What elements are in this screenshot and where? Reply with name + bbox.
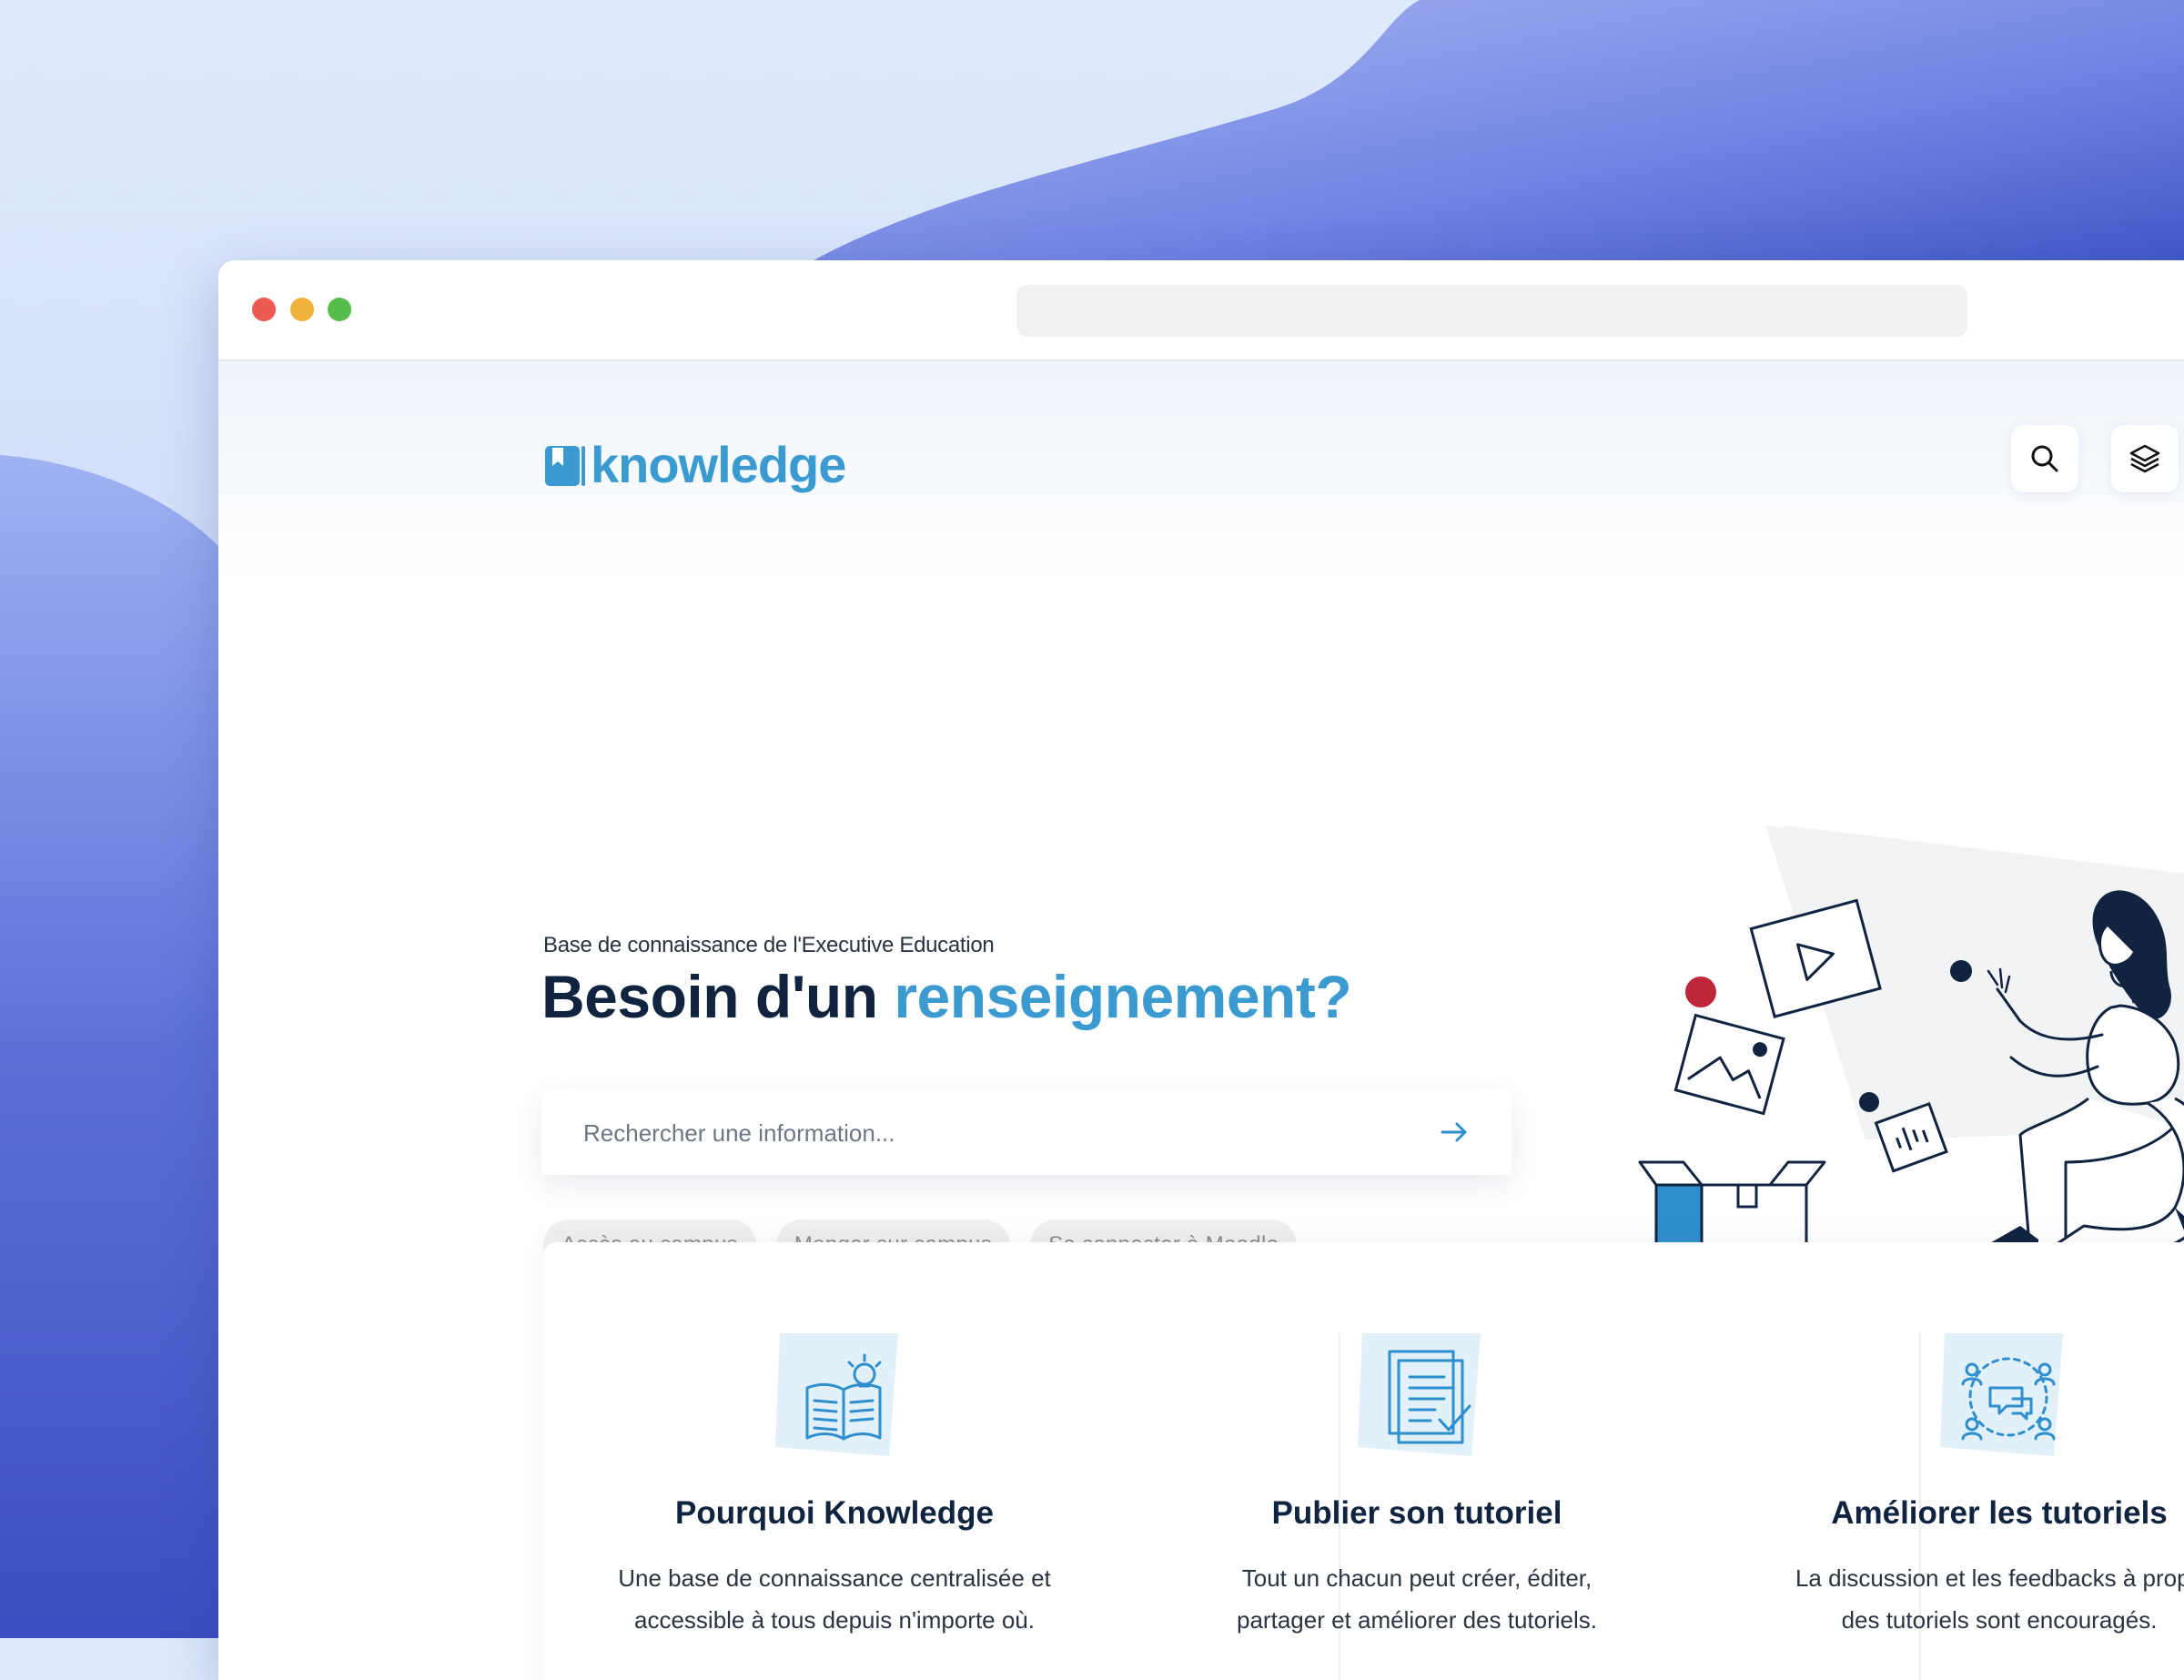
page-content: knowledge Base de connaissance de l'Exec… [218,361,2184,1680]
hero-illustration-art [1638,825,2184,1262]
document-check-icon [1358,1333,1481,1456]
header-layers-button[interactable] [2111,425,2179,492]
header-search-button[interactable] [2011,425,2078,492]
feature-title: Publier son tutoriel [1271,1495,1562,1531]
feature-publish: Publier son tutoriel Tout un chacun peut… [1126,1242,1708,1680]
search-icon [2031,445,2058,472]
close-window-button[interactable] [252,298,276,321]
maximize-window-button[interactable] [328,298,351,321]
address-bar[interactable] [1016,285,1967,337]
discussion-people-icon [1940,1333,2063,1456]
feature-description: La discussion et les feedbacks à propo de… [1744,1557,2184,1641]
feature-desc-line: La discussion et les feedbacks à propo [1795,1564,2184,1592]
feature-desc-line: Tout un chacun peut créer, éditer, [1241,1564,1592,1592]
browser-window: knowledge Base de connaissance de l'Exec… [218,260,2184,1680]
logo-text: knowledge [591,436,846,493]
feature-title: Améliorer les tutoriels [1831,1495,2168,1531]
hero-headline: Besoin d'un renseignement? [541,962,1352,1031]
search-input[interactable] [581,1089,1404,1177]
feature-title: Pourquoi Knowledge [675,1495,994,1531]
headline-accent: renseignement? [894,963,1352,1030]
features-card: Pourquoi Knowledge Une base de connaissa… [543,1242,2184,1680]
feature-desc-line: des tutoriels sont encouragés. [1841,1606,2158,1634]
feature-desc-line: partager et améliorer des tutoriels. [1237,1606,1597,1634]
book-icon [545,446,585,486]
browser-titlebar [218,260,2184,361]
feature-desc-line: Une base de connaissance centralisée et [618,1564,1051,1592]
site-logo[interactable]: knowledge [543,436,846,493]
minimize-window-button[interactable] [290,298,314,321]
hero-search-box [541,1089,1512,1177]
feature-description: Tout un chacun peut créer, éditer, partag… [1162,1557,1672,1641]
feature-improve: Améliorer les tutoriels La discussion et… [1708,1242,2184,1680]
book-lightbulb-icon [775,1333,898,1456]
feature-description: Une base de connaissance centralisée et a… [580,1557,1089,1641]
feature-desc-line: accessible à tous depuis n'importe où. [634,1606,1035,1634]
layers-icon [2129,444,2160,473]
feature-why: Pourquoi Knowledge Une base de connaissa… [543,1242,1126,1680]
headline-text: Besoin d'un [541,963,895,1030]
hero-eyebrow: Base de connaissance de l'Executive Educ… [543,933,995,957]
arrow-right-icon[interactable] [1439,1117,1470,1148]
